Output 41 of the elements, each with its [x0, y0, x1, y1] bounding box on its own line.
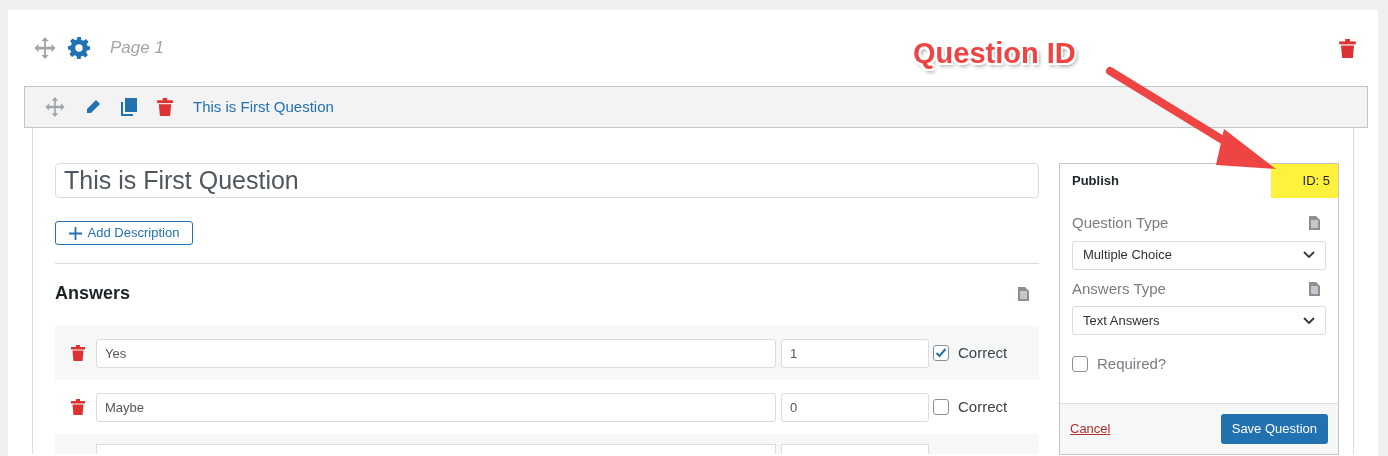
points-field[interactable]: [781, 444, 929, 454]
document-icon[interactable]: [1309, 281, 1320, 296]
answer-field[interactable]: Yes: [96, 338, 776, 368]
checkbox[interactable]: [933, 345, 949, 361]
correct-label: Correct: [958, 396, 1008, 417]
chevron-down-icon: [1303, 316, 1315, 325]
question-title-field[interactable]: This is First Question: [55, 163, 1039, 199]
trash-icon[interactable]: [157, 98, 173, 116]
move-icon[interactable]: [34, 37, 56, 59]
plus-icon: [68, 226, 82, 240]
page-title: Page 1: [110, 37, 164, 60]
field-label: Question Type: [1072, 213, 1169, 233]
question-title-link[interactable]: This is First Question: [193, 95, 334, 119]
move-icon[interactable]: [45, 97, 65, 117]
required-label: Required?: [1097, 354, 1167, 374]
copy-icon[interactable]: [121, 98, 137, 116]
select-field[interactable]: Multiple Choice: [1072, 240, 1326, 270]
save-question-button[interactable]: Save Question: [1220, 414, 1328, 444]
points-field[interactable]: 0: [781, 392, 929, 422]
select-field[interactable]: Text Answers: [1072, 306, 1326, 335]
points-field[interactable]: 1: [781, 338, 929, 368]
answers-heading: Answers: [55, 282, 131, 305]
document-icon[interactable]: [1309, 216, 1320, 231]
publish-title: Publish: [1072, 172, 1119, 191]
annotation-label: Question ID: [913, 36, 1076, 71]
add-description-button[interactable]: Add Description: [55, 221, 193, 245]
chevron-down-icon: [1303, 251, 1315, 259]
correct-label: Correct: [958, 342, 1008, 363]
cancel-link[interactable]: Cancel: [1070, 419, 1111, 439]
settings-icon[interactable]: [68, 37, 90, 59]
trash-icon[interactable]: [1339, 38, 1356, 58]
checkbox[interactable]: [1072, 356, 1088, 373]
document-icon[interactable]: [1018, 286, 1029, 301]
field-label: Answers Type: [1072, 278, 1166, 299]
answer-field[interactable]: Maybe: [96, 392, 776, 422]
trash-icon[interactable]: [71, 345, 85, 361]
pencil-icon[interactable]: [85, 99, 101, 115]
trash-icon[interactable]: [71, 399, 85, 415]
question-id: ID: 5: [1271, 164, 1338, 198]
checkbox[interactable]: [933, 399, 949, 415]
answer-field[interactable]: [96, 444, 776, 454]
